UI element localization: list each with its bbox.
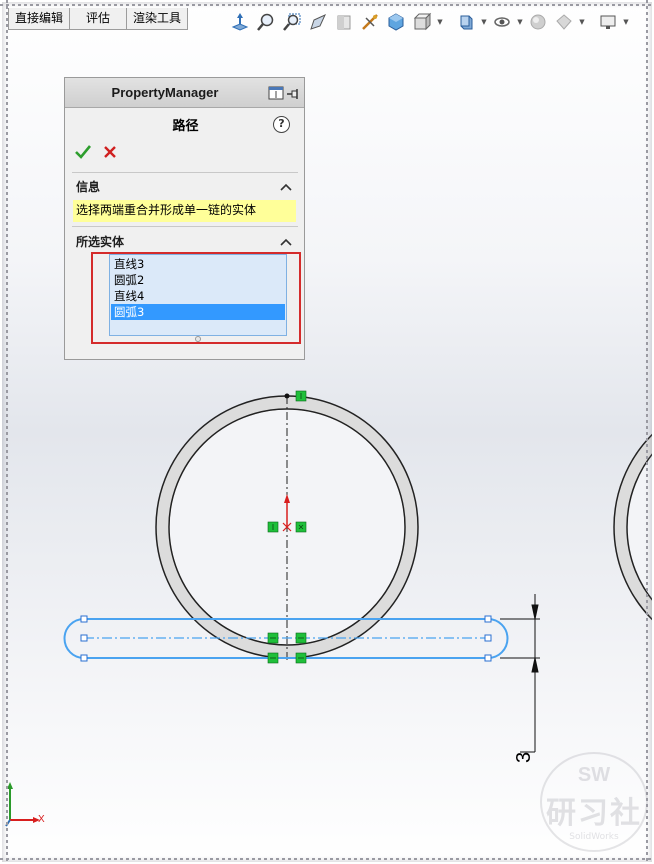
watermark-logo: SW 研习社 SolidWorks: [540, 752, 648, 852]
hide-show-items-icon[interactable]: [454, 10, 478, 34]
ok-button[interactable]: [73, 142, 93, 162]
display-monitor-icon[interactable]: [596, 10, 620, 34]
zoom-to-area-icon[interactable]: [280, 10, 304, 34]
collapse-chevron-icon[interactable]: [279, 179, 293, 193]
graphics-area[interactable]: 3 直接编辑 评估 渲染工具 ▼ ▼ ▼ ▼ ▼ PropertyManager…: [0, 0, 654, 864]
dynamic-annotation-icon[interactable]: [358, 10, 382, 34]
zoom-to-fit-icon[interactable]: [254, 10, 278, 34]
feature-title: 路径: [172, 119, 199, 134]
edit-appearance-icon[interactable]: [490, 10, 514, 34]
view-orientation-icon[interactable]: [228, 10, 252, 34]
info-message: 选择两端重合并形成单一链的实体: [73, 200, 296, 222]
reference-triad: X: [4, 780, 50, 830]
view-type-icon[interactable]: [384, 10, 408, 34]
tab-render-tools[interactable]: 渲染工具: [126, 8, 188, 30]
selected-entities-list[interactable]: 直线3 圆弧2 直线4 圆弧3: [109, 254, 287, 336]
section-view-icon[interactable]: [332, 10, 356, 34]
property-manager-title: PropertyManager: [111, 85, 219, 100]
help-icon[interactable]: ?: [273, 116, 290, 133]
info-section-title[interactable]: 信息: [76, 178, 100, 195]
tab-direct-editing[interactable]: 直接编辑: [8, 8, 70, 30]
property-manager-header: PropertyManager: [65, 78, 304, 108]
chevron-down-icon[interactable]: ▼: [480, 10, 488, 34]
heads-up-view-toolbar: ▼ ▼ ▼ ▼ ▼: [228, 10, 630, 34]
chevron-down-icon[interactable]: ▼: [578, 10, 586, 34]
list-item[interactable]: 直线4: [111, 288, 285, 304]
detach-icon[interactable]: [268, 85, 284, 105]
chevron-down-icon[interactable]: ▼: [516, 10, 524, 34]
apply-scene-icon[interactable]: [526, 10, 550, 34]
close-icon: [104, 146, 116, 158]
pin-icon[interactable]: [286, 86, 300, 105]
vertical-dimension[interactable]: [500, 594, 540, 753]
dimension-value[interactable]: 3: [513, 735, 535, 763]
view-settings-icon[interactable]: [552, 10, 576, 34]
chevron-down-icon[interactable]: ▼: [436, 10, 444, 34]
display-style-icon[interactable]: [410, 10, 434, 34]
property-manager-panel: PropertyManager 路径 ? 信息 选择两端重合并形成单一链的实体: [64, 77, 305, 360]
selected-entities-section-title[interactable]: 所选实体: [76, 233, 124, 250]
triad-x-label: X: [38, 814, 45, 825]
chevron-down-icon[interactable]: ▼: [622, 10, 630, 34]
checkmark-icon: [75, 145, 92, 159]
command-manager-tabs: 直接编辑 评估 渲染工具: [8, 8, 188, 30]
previous-view-icon[interactable]: [306, 10, 330, 34]
list-item-selected[interactable]: 圆弧3: [111, 304, 285, 320]
collapse-chevron-icon[interactable]: [279, 234, 293, 248]
list-resize-handle[interactable]: [195, 336, 201, 342]
tab-evaluate[interactable]: 评估: [69, 8, 127, 30]
list-item[interactable]: 直线3: [111, 256, 285, 272]
list-item[interactable]: 圆弧2: [111, 272, 285, 288]
cancel-button[interactable]: [101, 142, 119, 162]
